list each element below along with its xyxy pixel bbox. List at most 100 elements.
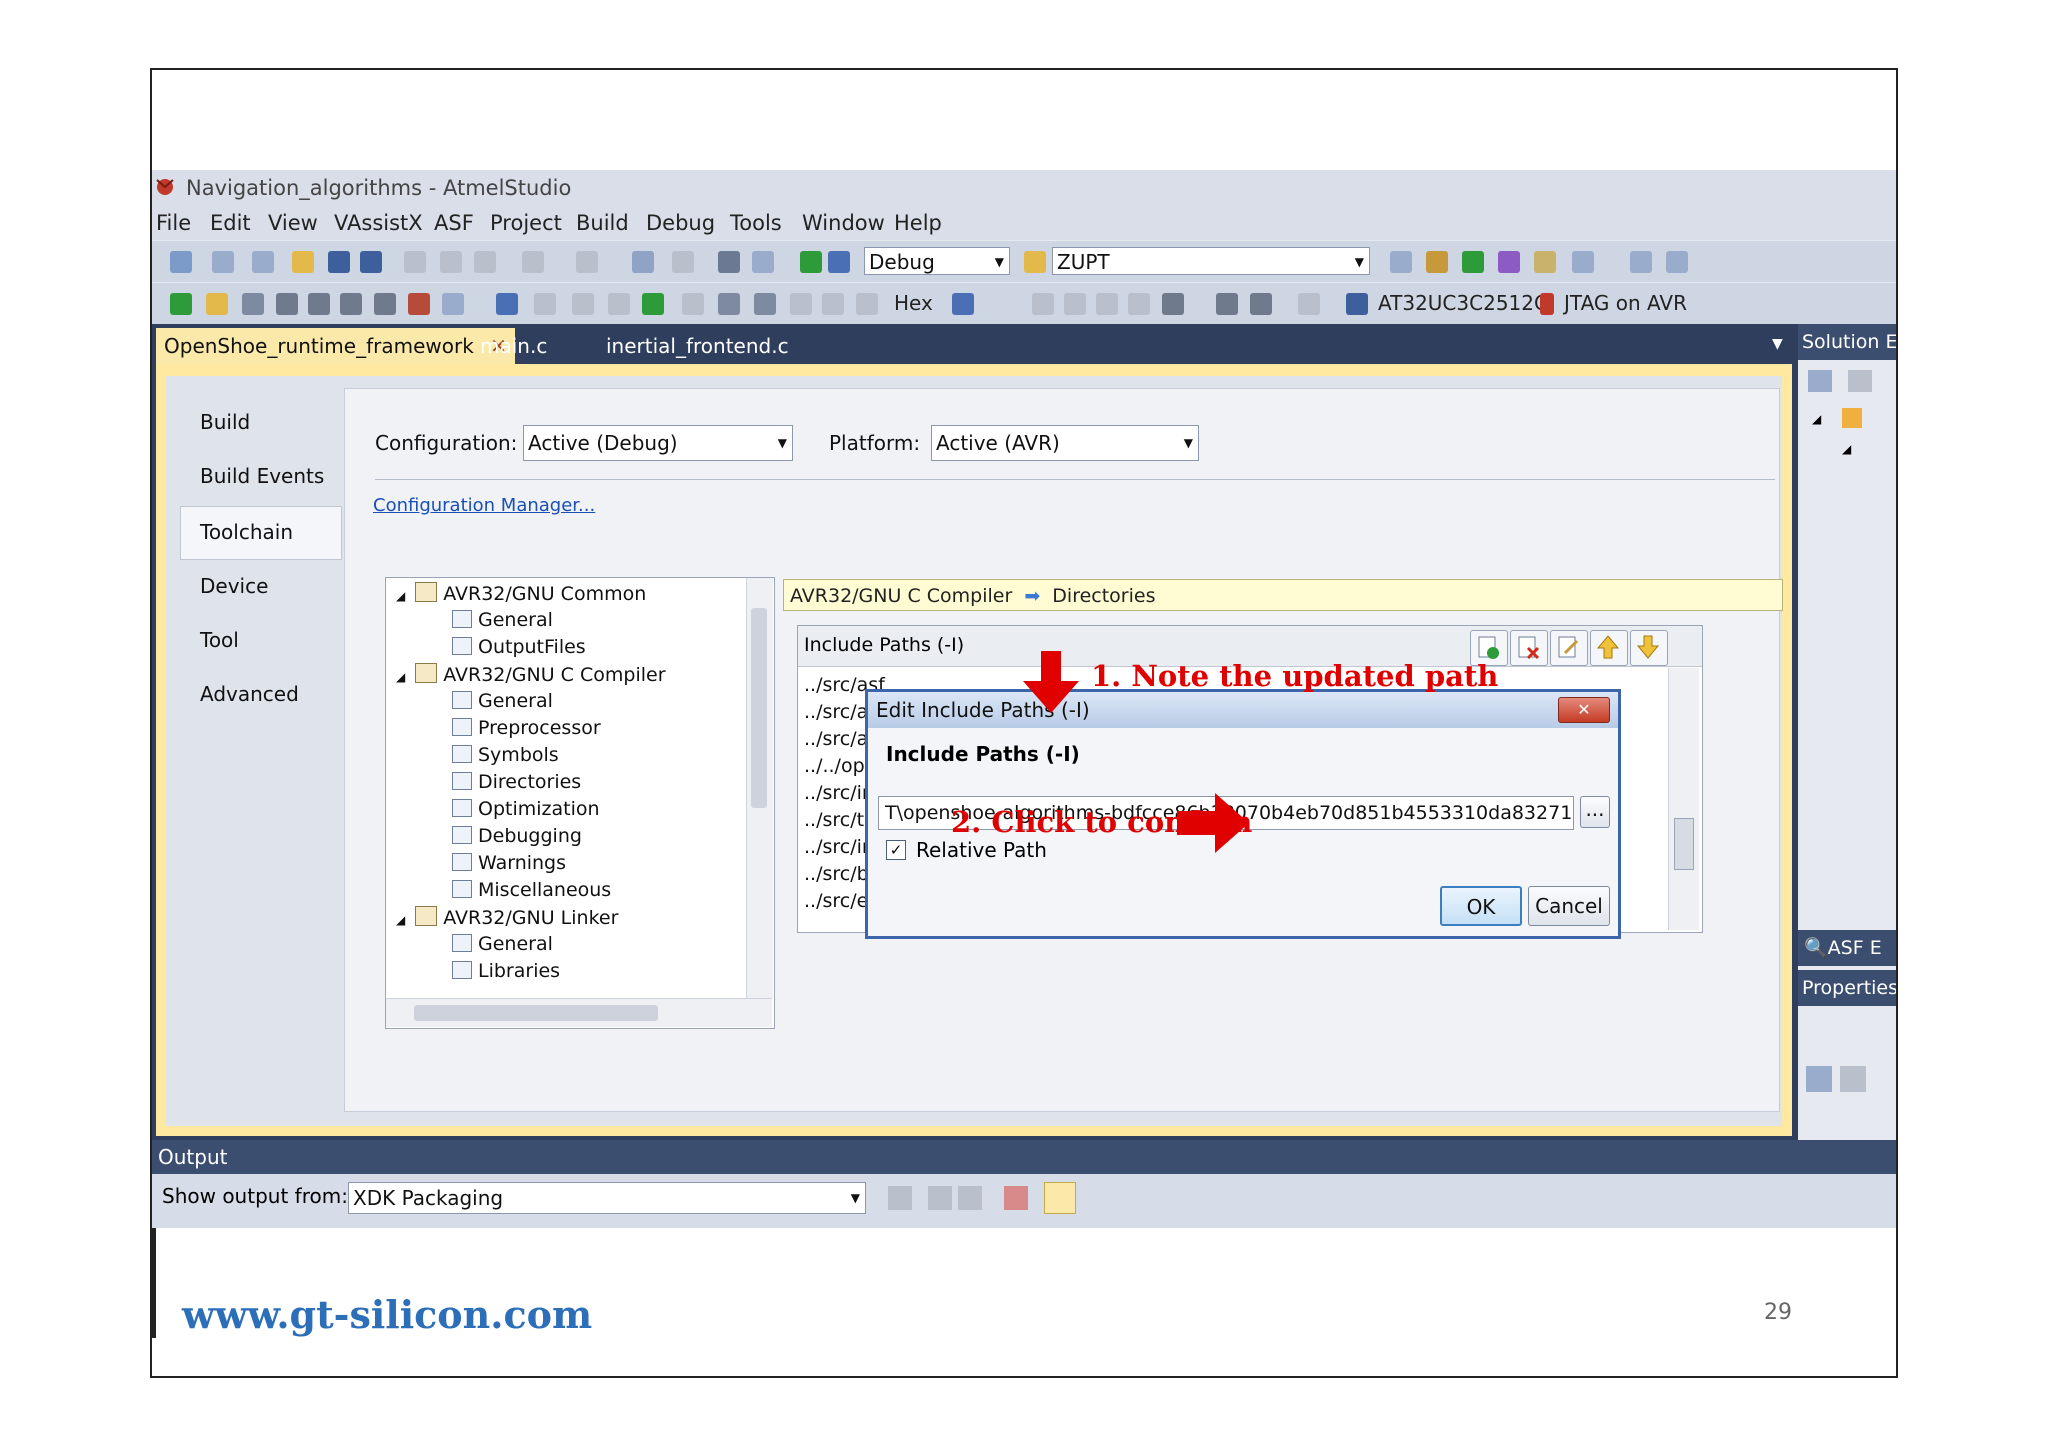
move-up-icon[interactable] [1590, 630, 1628, 666]
save-icon[interactable] [328, 251, 350, 273]
tree-node-optimization[interactable]: Optimization [452, 798, 600, 820]
expand-icon[interactable]: ◢ [1842, 442, 1851, 456]
device-programming-icon[interactable] [170, 293, 192, 315]
delete-item-icon[interactable] [1510, 630, 1548, 666]
nav-device[interactable]: Device [200, 574, 268, 598]
stop-debugging-icon[interactable] [534, 293, 556, 315]
configuration-select[interactable]: Active (Debug) ▼ [523, 425, 793, 461]
tree-node-general[interactable]: General [452, 933, 553, 955]
collapse-all-icon[interactable] [1808, 370, 1832, 392]
clear-all-icon[interactable] [1004, 1186, 1028, 1210]
menu-project[interactable]: Project [490, 206, 562, 240]
scroll-thumb[interactable] [751, 608, 767, 808]
comment-icon[interactable] [442, 293, 464, 315]
asf-explorer-tab[interactable]: 🔍ASF E [1798, 930, 1896, 966]
find-message-icon[interactable] [888, 1186, 912, 1210]
menu-file[interactable]: File [156, 206, 191, 240]
new-project-icon[interactable] [170, 251, 192, 273]
previous-message-icon[interactable] [928, 1186, 952, 1210]
start-debugging-icon[interactable] [800, 251, 822, 273]
step-out-icon[interactable] [754, 293, 776, 315]
reset-icon[interactable] [822, 293, 844, 315]
cancel-button[interactable]: Cancel [1528, 886, 1610, 926]
tab-list-dropdown-icon[interactable]: ▼ [1772, 336, 1783, 352]
expand-icon[interactable]: ◢ [1812, 412, 1821, 426]
cut-icon[interactable] [404, 251, 426, 273]
show-next-statement-icon[interactable] [572, 293, 594, 315]
browse-button[interactable]: ... [1580, 796, 1610, 828]
device-selector[interactable]: AT32UC3C2512C [1378, 291, 1548, 315]
registers-icon[interactable] [1064, 293, 1086, 315]
nav-toolchain[interactable]: Toolchain [200, 520, 293, 544]
sort-alphabetical-icon[interactable] [1840, 1066, 1866, 1092]
settings-icon[interactable] [242, 293, 264, 315]
nav-tool[interactable]: Tool [200, 628, 239, 652]
tree-vertical-scrollbar[interactable] [746, 578, 773, 998]
relative-path-checkbox[interactable]: ✓ [886, 840, 906, 860]
tree-node-preprocessor[interactable]: Preprocessor [452, 717, 601, 739]
undo-icon[interactable] [522, 251, 544, 273]
redo-icon[interactable] [576, 251, 598, 273]
menu-edit[interactable]: Edit [210, 206, 251, 240]
outdent-icon[interactable] [1666, 251, 1688, 273]
step-into-icon[interactable] [682, 293, 704, 315]
menu-build[interactable]: Build [576, 206, 629, 240]
configuration-manager-link[interactable]: Configuration Manager... [373, 495, 595, 516]
word-wrap-icon[interactable] [1044, 1182, 1076, 1214]
tree-node-symbols[interactable]: Symbols [452, 744, 559, 766]
tree-node-directories[interactable]: Directories [452, 771, 581, 793]
platform-select[interactable]: Active (AVR) ▼ [931, 425, 1199, 461]
close-icon[interactable]: ✕ [1558, 697, 1610, 723]
open-file-icon[interactable] [206, 293, 228, 315]
include-paths-scrollbar[interactable] [1668, 668, 1699, 930]
next-message-icon[interactable] [958, 1186, 982, 1210]
navigate-back-icon[interactable] [632, 251, 654, 273]
debug-windows-icon[interactable] [952, 293, 974, 315]
menu-vassistx[interactable]: VAssistX [334, 206, 423, 240]
tree-horizontal-scrollbar[interactable] [386, 998, 772, 1027]
menu-asf[interactable]: ASF [434, 206, 474, 240]
disassembly-icon[interactable] [856, 293, 878, 315]
tree-node-miscellaneous[interactable]: Miscellaneous [452, 879, 611, 901]
run-to-cursor-icon[interactable] [790, 293, 812, 315]
tab-inertial-frontend-c[interactable]: inertial_frontend.c [598, 328, 797, 364]
move-down-icon[interactable] [1630, 630, 1668, 666]
class-view-icon[interactable] [1498, 251, 1520, 273]
calendar-icon[interactable] [1216, 293, 1238, 315]
menu-window[interactable]: Window [802, 206, 885, 240]
properties-icon[interactable] [1426, 251, 1448, 273]
tools-icon[interactable] [1534, 251, 1556, 273]
edit-item-icon[interactable] [1550, 630, 1588, 666]
tree-node-debugging[interactable]: Debugging [452, 825, 582, 847]
tree-node-general[interactable]: General [452, 690, 553, 712]
navigate-forward-icon[interactable] [672, 251, 694, 273]
menu-debug[interactable]: Debug [646, 206, 715, 240]
tree-node-warnings[interactable]: Warnings [452, 852, 566, 874]
nav-build-events[interactable]: Build Events [200, 464, 324, 488]
tree-node-gnu-linker[interactable]: ◢ AVR32/GNU Linker [396, 906, 618, 929]
nav-build[interactable]: Build [200, 410, 250, 434]
start-without-debugging-icon[interactable] [828, 251, 850, 273]
find-icon[interactable] [752, 251, 774, 273]
find-in-files-icon[interactable] [1024, 251, 1046, 273]
memory-icon[interactable] [308, 293, 330, 315]
menu-help[interactable]: Help [894, 206, 942, 240]
break-all-icon[interactable] [496, 293, 518, 315]
output-source-select[interactable]: XDK Packaging ▼ [348, 1182, 866, 1214]
categorized-icon[interactable] [1806, 1066, 1832, 1092]
ok-button[interactable]: OK [1440, 886, 1522, 926]
toolbox-icon[interactable] [1462, 251, 1484, 273]
open-folder-icon[interactable] [292, 251, 314, 273]
pause-icon[interactable] [608, 293, 630, 315]
tree-node-outputfiles[interactable]: OutputFiles [452, 636, 586, 658]
step-icon[interactable] [276, 293, 298, 315]
breakpoint-icon[interactable] [1032, 293, 1054, 315]
spellcheck-icon[interactable] [408, 293, 430, 315]
scroll-thumb[interactable] [1674, 818, 1694, 870]
variables-icon[interactable] [374, 293, 396, 315]
step-over-icon[interactable] [718, 293, 740, 315]
paste-icon[interactable] [474, 251, 496, 273]
window-icon[interactable] [1572, 251, 1594, 273]
add-item-icon[interactable] [212, 251, 234, 273]
tab-openshoe-runtime-framework[interactable]: OpenShoe_runtime_framework ✕ [156, 328, 515, 364]
